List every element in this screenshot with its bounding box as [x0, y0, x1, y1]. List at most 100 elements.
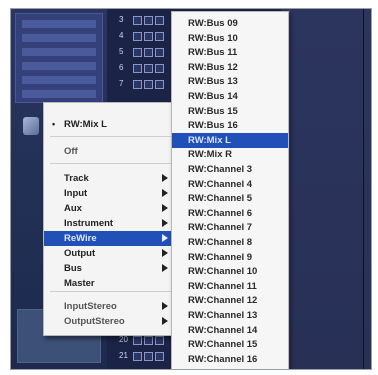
- track-row: 7: [119, 79, 173, 91]
- menu-item-aux[interactable]: Aux: [44, 201, 182, 216]
- submenu-item[interactable]: RW:Channel 16: [172, 352, 288, 367]
- plugin-slot[interactable]: [22, 20, 96, 28]
- plugin-slot[interactable]: [22, 62, 96, 70]
- submenu-item[interactable]: RW:Bus 09: [172, 16, 288, 31]
- submenu-item[interactable]: RW:Channel 5: [172, 191, 288, 206]
- track-toggle[interactable]: [133, 32, 142, 41]
- submenu-item-label: RW:Channel 8: [188, 237, 253, 248]
- submenu-item[interactable]: RW:Bus 13: [172, 74, 288, 89]
- submenu-item[interactable]: RW:Channel 9: [172, 250, 288, 265]
- output-popup-menu: • RW:Mix L Off Track Input Aux Instrument Re…: [43, 102, 183, 336]
- submenu-item[interactable]: RW:Bus 11: [172, 45, 288, 60]
- track-toggle[interactable]: [144, 16, 153, 25]
- plugin-slot[interactable]: [22, 90, 96, 98]
- track-toggle[interactable]: [133, 336, 142, 345]
- track-toggle[interactable]: [144, 336, 153, 345]
- menu-item-rewire[interactable]: ReWire: [44, 231, 182, 246]
- submenu-item[interactable]: RW:Mix R: [172, 147, 288, 162]
- track-toggle[interactable]: [155, 64, 164, 73]
- menu-item-label: Instrument: [64, 218, 114, 229]
- track-toggle[interactable]: [155, 32, 164, 41]
- submenu-item[interactable]: RW:Channel 15: [172, 337, 288, 352]
- submenu-item[interactable]: RW:Bus 10: [172, 31, 288, 46]
- menu-separator: [50, 163, 176, 164]
- submenu-item[interactable]: RW:Channel 11: [172, 279, 288, 294]
- submenu-item[interactable]: RW:Channel 14: [172, 323, 288, 338]
- menu-item-current[interactable]: • RW:Mix L: [44, 117, 182, 132]
- submenu-item[interactable]: RW:Mix L: [172, 132, 288, 148]
- submenu-item-label: RW:Bus 15: [188, 105, 238, 117]
- submenu-item-label: RW:Channel 11: [188, 280, 257, 292]
- track-toggle[interactable]: [144, 48, 153, 57]
- submenu-item[interactable]: RW:Channel 4: [172, 177, 288, 192]
- submenu-item[interactable]: RW:Bus 15: [172, 104, 288, 119]
- menu-item-label: Aux: [64, 203, 82, 214]
- submenu-item[interactable]: RW:Channel 13: [172, 308, 288, 323]
- track-toggle[interactable]: [133, 352, 142, 361]
- track-toggle[interactable]: [144, 80, 153, 89]
- menu-item-outputstereo[interactable]: OutputStereo: [44, 314, 182, 329]
- menu-item-label: RW:Mix L: [64, 119, 107, 130]
- submenu-item-label: RW:Channel 15: [188, 339, 258, 351]
- submenu-item-label: RW:Bus 13: [188, 76, 238, 88]
- submenu-item[interactable]: RW:Channel 12: [172, 293, 288, 308]
- track-toggle[interactable]: [144, 64, 153, 73]
- submenu-item[interactable]: RW:Bus 16: [172, 118, 288, 133]
- plugin-slot-list[interactable]: [15, 13, 103, 103]
- submenu-item-label: RW:Bus 09: [188, 18, 238, 29]
- track-toggle[interactable]: [155, 336, 164, 345]
- track-toggle[interactable]: [155, 352, 164, 361]
- menu-item-label: Master: [64, 278, 95, 289]
- track-toggle[interactable]: [144, 352, 153, 361]
- submenu-item-label: RW:Channel 3: [188, 164, 253, 175]
- track-number: 3: [119, 15, 124, 24]
- track-toggle[interactable]: [133, 64, 142, 73]
- menu-item-inputstereo[interactable]: InputStereo: [44, 299, 182, 314]
- submenu-item[interactable]: RW:Channel 8: [172, 235, 288, 250]
- menu-item-track[interactable]: Track: [44, 171, 182, 186]
- channel-strip-right: [281, 9, 371, 369]
- submenu-arrow-icon: [162, 174, 168, 182]
- submenu-item-label: RW:Bus 12: [188, 61, 238, 73]
- menu-item-input[interactable]: Input: [44, 186, 182, 201]
- menu-item-label: InputStereo: [64, 301, 117, 312]
- plugin-slot[interactable]: [22, 48, 96, 56]
- submenu-item[interactable]: RW:Bus 14: [172, 89, 288, 104]
- menu-item-master[interactable]: Master: [44, 276, 182, 291]
- plugin-slot[interactable]: [22, 34, 96, 42]
- menu-separator: [50, 291, 176, 292]
- track-toggle[interactable]: [133, 48, 142, 57]
- submenu-item-label: RW:Bus 16: [188, 120, 238, 132]
- menu-item-off[interactable]: Off: [44, 144, 182, 159]
- submenu-item-label: RW:Channel 13: [188, 310, 258, 321]
- track-toggle[interactable]: [144, 32, 153, 41]
- menu-separator: [50, 136, 176, 137]
- track-toggle[interactable]: [155, 48, 164, 57]
- track-toggle[interactable]: [155, 80, 164, 89]
- divider: [363, 9, 364, 369]
- track-toggle[interactable]: [133, 80, 142, 89]
- divider: [289, 9, 290, 369]
- submenu-item-label: RW:Channel 6: [188, 207, 253, 219]
- menu-item-label: Track: [64, 173, 89, 184]
- plugin-slot[interactable]: [22, 76, 96, 84]
- track-number: 7: [119, 79, 124, 88]
- submenu-item[interactable]: RW:Channel 7: [172, 220, 288, 235]
- submenu-item-label: RW:Channel 4: [188, 178, 253, 190]
- submenu-item-label: RW:Mix R: [188, 149, 232, 161]
- menu-item-bus[interactable]: Bus: [44, 261, 182, 276]
- submenu-item[interactable]: RW:Channel 6: [172, 206, 288, 221]
- submenu-arrow-icon: [162, 189, 168, 197]
- track-toggle[interactable]: [133, 16, 142, 25]
- submenu-arrow-icon: [162, 264, 168, 272]
- submenu-item[interactable]: RW:Channel 3: [172, 162, 288, 177]
- rewire-submenu: RW:Bus 09 RW:Bus 10 RW:Bus 11 RW:Bus 12 RW:B…: [171, 11, 289, 369]
- track-toggle[interactable]: [155, 16, 164, 25]
- submenu-item[interactable]: RW:Channel 10: [172, 264, 288, 279]
- track-row: 21: [119, 351, 173, 363]
- menu-item-output[interactable]: Output: [44, 246, 182, 261]
- submenu-item[interactable]: RW:Bus 12: [172, 60, 288, 75]
- track-row: 4: [119, 31, 173, 43]
- menu-item-instrument[interactable]: Instrument: [44, 216, 182, 231]
- screenshot-stage: 3 4 5 6 7 20 21 • RW:Mix L Off Track Input Aux In…: [0, 0, 378, 375]
